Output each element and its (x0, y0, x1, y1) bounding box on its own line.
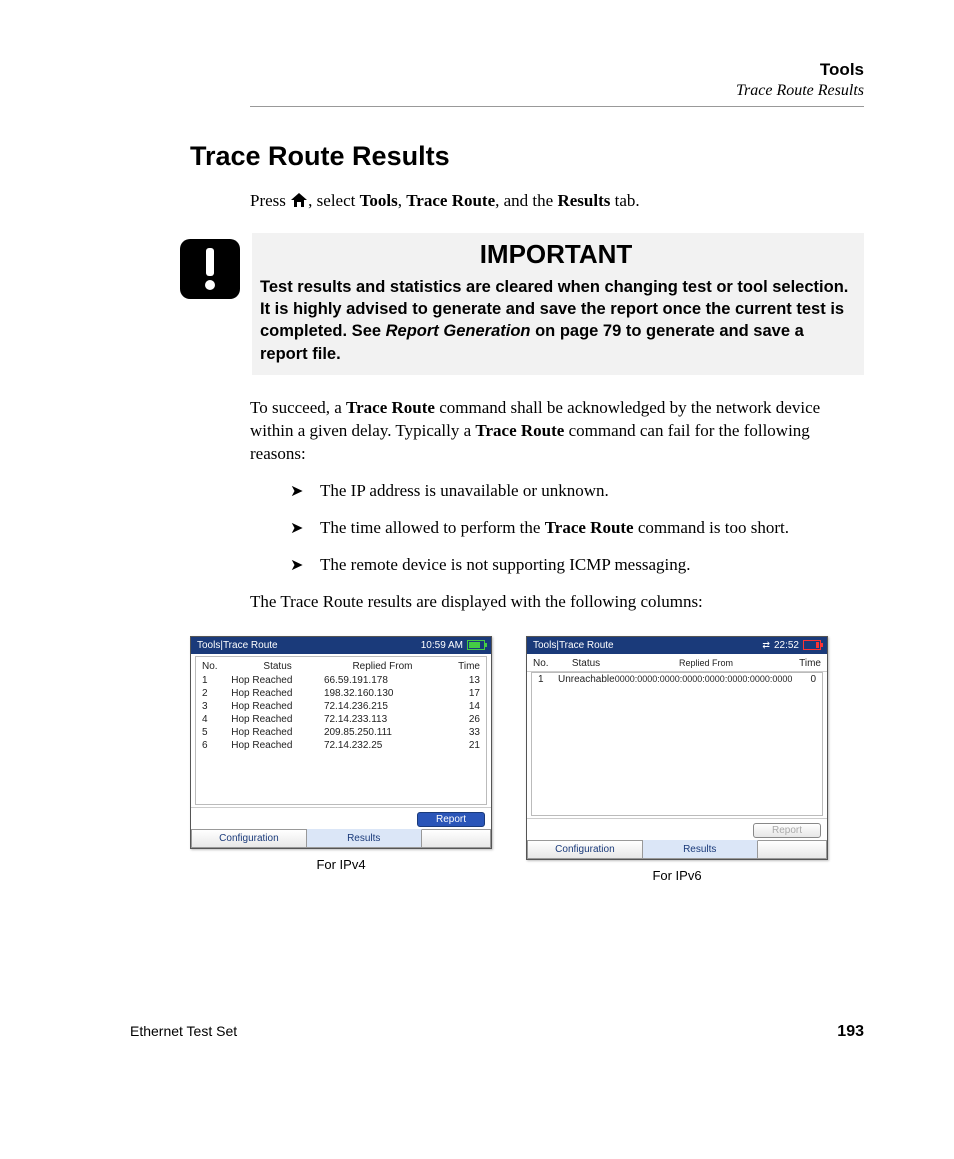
tab-results[interactable]: Results (307, 829, 422, 848)
window-path: Tools|Trace Route (197, 640, 278, 651)
report-button[interactable]: Report (753, 823, 821, 838)
footer-page-number: 193 (837, 1023, 864, 1041)
list-item: The remote device is not supporting ICMP… (290, 554, 864, 577)
failure-reasons-list: The IP address is unavailable or unknown… (290, 480, 864, 577)
tab-configuration[interactable]: Configuration (527, 841, 643, 859)
battery-icon (467, 640, 485, 650)
table-row: 2Hop Reached198.32.160.13017 (202, 687, 480, 700)
important-heading: IMPORTANT (260, 239, 852, 270)
table-row: 5Hop Reached209.85.250.11133 (202, 726, 480, 739)
window-path: Tools|Trace Route (533, 640, 614, 651)
window-titlebar: Tools|Trace Route 10:59 AM (191, 637, 491, 654)
header-chapter: Tools (250, 60, 864, 80)
table-row: 3Hop Reached72.14.236.21514 (202, 700, 480, 713)
column-headers: No. Status Replied From Time (527, 654, 827, 672)
report-button[interactable]: Report (417, 812, 485, 827)
list-item: The time allowed to perform the Trace Ro… (290, 517, 864, 540)
footer-product: Ethernet Test Set (130, 1023, 237, 1041)
press-instruction: Press , select Tools, Trace Route, and t… (250, 190, 864, 215)
page-footer: Ethernet Test Set 193 (130, 1023, 864, 1041)
tab-results[interactable]: Results (643, 840, 758, 859)
table-row: 6Hop Reached72.14.232.2521 (202, 739, 480, 752)
battery-icon (803, 640, 821, 650)
important-callout: IMPORTANT Test results and statistics ar… (180, 233, 864, 375)
page-title: Trace Route Results (190, 141, 864, 172)
clock: 22:52 (774, 640, 799, 651)
important-body: Test results and statistics are cleared … (260, 276, 852, 365)
table-row: 4Hop Reached72.14.233.11326 (202, 713, 480, 726)
paragraph-columns: The Trace Route results are displayed wi… (250, 591, 864, 614)
window-titlebar: Tools|Trace Route ⇄ 22:52 (527, 637, 827, 654)
screenshot-ipv4: Tools|Trace Route 10:59 AM No. Status Re… (190, 636, 492, 849)
tab-blank (758, 841, 827, 859)
caption-ipv4: For IPv4 (316, 857, 365, 872)
paragraph-success-conditions: To succeed, a Trace Route command shall … (250, 397, 864, 466)
header-section: Trace Route Results (250, 82, 864, 100)
caption-ipv6: For IPv6 (652, 868, 701, 883)
network-icon: ⇄ (762, 640, 770, 651)
screenshot-ipv6: Tools|Trace Route ⇄ 22:52 No. Status Rep… (526, 636, 828, 860)
table-row: 1Unreachable0000:0000:0000:0000:0000:000… (538, 673, 816, 686)
page-header: Tools Trace Route Results (250, 60, 864, 107)
table-row: 1Hop Reached66.59.191.17813 (202, 674, 480, 687)
clock: 10:59 AM (421, 640, 463, 651)
column-headers: No. Status Replied From Time (196, 657, 486, 674)
list-item: The IP address is unavailable or unknown… (290, 480, 864, 503)
exclamation-icon (180, 239, 240, 299)
tab-configuration[interactable]: Configuration (191, 830, 307, 848)
tab-blank (422, 830, 491, 848)
home-icon (290, 192, 308, 215)
